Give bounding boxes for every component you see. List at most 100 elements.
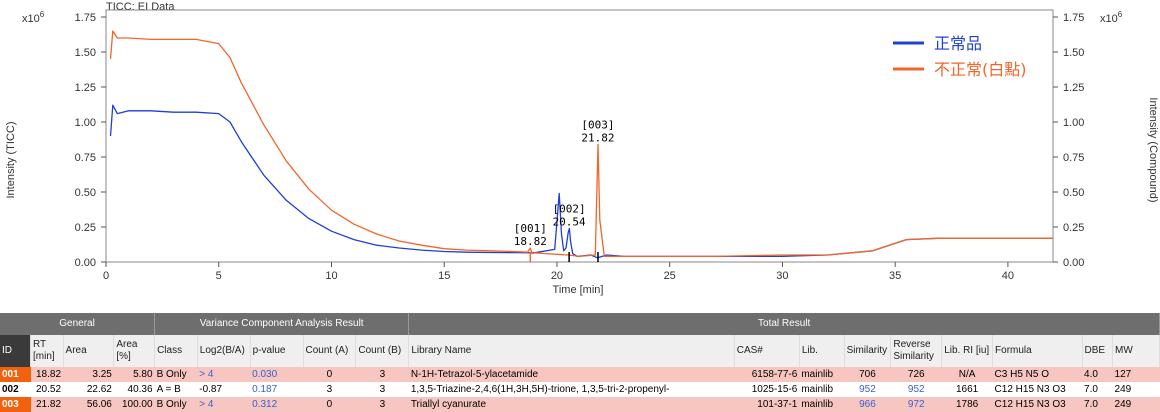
column-header[interactable]: Area	[63, 335, 115, 367]
group-total: Total Result	[408, 313, 1160, 335]
x-axis-label: Time [min]	[553, 284, 604, 296]
peak-id-label: [002]	[553, 202, 586, 215]
table-cell: 249	[1114, 383, 1132, 395]
x-tick-label: 20	[551, 270, 563, 282]
table-cell: 0.187	[252, 383, 278, 395]
table-cell: 5.80	[133, 368, 153, 380]
column-header[interactable]: p-value	[250, 335, 304, 367]
column-header[interactable]: ID	[0, 335, 31, 367]
x-tick-label: 25	[664, 270, 676, 282]
results-table: General Variance Component Analysis Resu…	[0, 313, 1160, 412]
peak-id-label: [003]	[581, 118, 614, 131]
x-tick-label: 15	[438, 270, 450, 282]
table-cell: 1,3,5-Triazine-2,4,6(1H,3H,5H)-trione, 1…	[410, 383, 670, 395]
x-tick-label: 30	[776, 270, 788, 282]
y-multiplier-left-text: x10	[22, 13, 40, 25]
table-body: 001 18.82 3.25 5.80 B Only > 4 0.030 0 3 N-1H-Tet…	[0, 367, 1160, 412]
table-cell: C3 H5 N5 O	[994, 368, 1049, 380]
column-header[interactable]: Lib. RI [iu]	[941, 335, 994, 367]
y-multiplier-right: x106	[1100, 10, 1123, 25]
table-cell: -0.87	[199, 383, 223, 395]
column-header[interactable]: Area [%]	[113, 335, 156, 367]
column-header[interactable]: Lib.	[799, 335, 845, 367]
y-tick-label-right: 1.00	[1063, 117, 1084, 129]
y-tick-label-left: 1.50	[75, 47, 96, 59]
y-tick-label-right: 1.50	[1063, 47, 1084, 59]
table-cell: 3.25	[92, 368, 112, 380]
group-general: General	[0, 313, 156, 335]
column-header[interactable]: MW	[1112, 335, 1160, 367]
column-header[interactable]: Log2(B/A)	[197, 335, 251, 367]
peak-rt-label: 18.82	[514, 235, 547, 248]
table-cell: 20.52	[36, 383, 62, 395]
row-id: 001	[0, 367, 31, 382]
table-cell: 1661	[955, 383, 979, 395]
column-header[interactable]: Count (A)	[303, 335, 357, 367]
y-tick-label-left: 1.00	[75, 117, 96, 129]
x-tick-label: 35	[889, 270, 901, 282]
table-cell: 0	[326, 368, 333, 380]
column-header[interactable]: Class	[154, 335, 198, 367]
peak-rt-label: 20.54	[553, 215, 586, 228]
x-tick-label: 5	[216, 270, 222, 282]
table-cell: 0.030	[252, 368, 278, 380]
legend-label-1: 不正常(白點)	[934, 60, 1027, 79]
column-header[interactable]: Similarity	[844, 335, 892, 367]
peak-rt-label: 21.82	[581, 131, 614, 144]
y-tick-label-left: 0.00	[75, 257, 96, 269]
y-tick-label-left: 0.50	[75, 187, 96, 199]
column-header[interactable]: Library Name	[408, 335, 735, 367]
table-cell: 726	[907, 368, 925, 380]
table-row[interactable]: 001 18.82 3.25 5.80 B Only > 4 0.030 0 3 N-1H-Tet…	[0, 367, 1160, 382]
y-tick-label-right: 1.25	[1063, 82, 1084, 94]
y-tick-label-left: 1.25	[75, 82, 96, 94]
column-header[interactable]: DBE	[1082, 335, 1114, 367]
y-exponent-left: 6	[40, 10, 45, 19]
table-cell: 3	[326, 383, 333, 395]
table-cell: C12 H15 N3 O3	[994, 383, 1066, 395]
peak-id-label: [001]	[514, 222, 547, 235]
table-cell: 952	[907, 383, 925, 395]
x-tick-label: 0	[103, 270, 109, 282]
table-cell: mainlib	[801, 383, 834, 395]
y-multiplier-right-text: x10	[1100, 13, 1118, 25]
y-tick-label-right: 0.75	[1063, 152, 1084, 164]
y-tick-label-left: 0.25	[75, 222, 96, 234]
table-cell: 40.36	[127, 383, 153, 395]
table-cell: > 4	[199, 368, 214, 380]
table-cell: 1025-15-6	[751, 383, 798, 395]
chart-title: TICC: EI Data	[106, 1, 175, 13]
y-tick-label-left: 0.75	[75, 152, 96, 164]
table-cell: B Only	[156, 368, 187, 380]
column-header[interactable]: CAS#	[734, 335, 800, 367]
y-tick-label-right: 1.75	[1063, 12, 1084, 24]
table-cell: 952	[859, 383, 876, 395]
y-axis-label-left: Intensity (TICC)	[5, 121, 17, 198]
row-id: 002	[0, 382, 31, 397]
group-variance: Variance Component Analysis Result	[154, 313, 410, 335]
table-cell: 3	[379, 383, 386, 395]
legend-label-0: 正常品	[934, 34, 982, 53]
table-cell: 4.0	[1084, 368, 1098, 380]
y-axis-label-right: Intensity (Compound)	[1147, 97, 1159, 202]
table-cell: N-1H-Tetrazol-5-ylacetamide	[410, 368, 539, 380]
x-tick-label: 10	[325, 270, 337, 282]
y-tick-label-right: 0.50	[1063, 187, 1084, 199]
y-multiplier-left: x106	[22, 10, 45, 25]
column-header[interactable]: Count (B)	[355, 335, 410, 367]
y-tick-label-right: 0.25	[1063, 222, 1084, 234]
column-header[interactable]: Formula	[992, 335, 1083, 367]
table-cell: 7.0	[1084, 383, 1098, 395]
table-cell: 706	[859, 368, 876, 380]
chromatogram-panel: TICC: EI Data x106 x106 Intensity (TICC)…	[0, 0, 1160, 310]
header-row: ID RT [min] Area Area [%] Class Log2(B/A) p-va…	[0, 335, 1160, 367]
legend: 正常品不正常(白點)	[893, 34, 1027, 79]
table-cell: A = B	[156, 383, 181, 395]
y-tick-label-left: 1.75	[75, 12, 96, 24]
table-cell: 22.62	[86, 383, 112, 395]
table-cell: 3	[379, 368, 386, 380]
column-header[interactable]: RT [min]	[30, 335, 64, 367]
y-exponent-right: 6	[1118, 10, 1123, 19]
column-header[interactable]: Reverse Similarity	[890, 335, 943, 367]
table-row[interactable]: 002 20.52 22.62 40.36 A = B -0.87 0.187 3 3 1,3,5…	[0, 382, 1160, 397]
